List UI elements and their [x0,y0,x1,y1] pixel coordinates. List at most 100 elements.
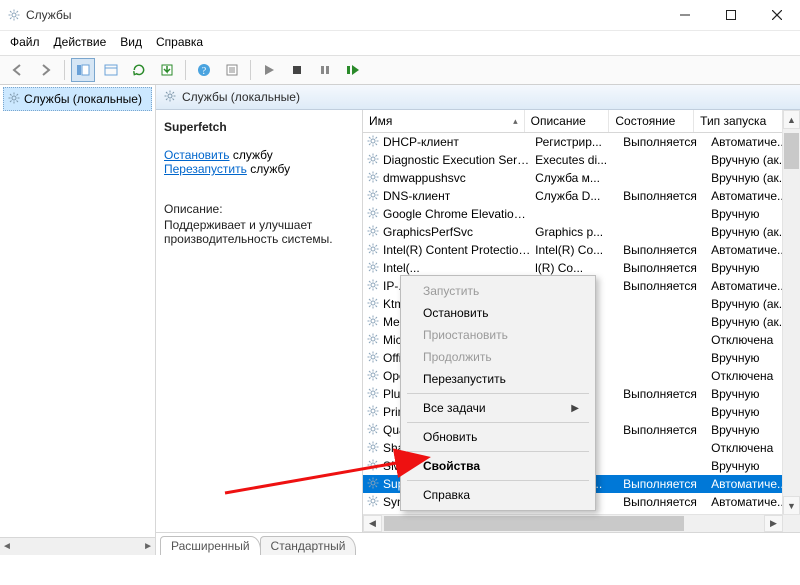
table-row[interactable]: dmwappushsvcСлужба м...Вручную (ак... [363,169,800,187]
play-button[interactable] [257,58,281,82]
titlebar: Службы [0,0,800,31]
cell-state: Выполняется [619,477,707,491]
pause-button[interactable] [313,58,337,82]
gear-icon [367,387,379,402]
app-icon [8,9,20,21]
view-detail-button[interactable] [71,58,95,82]
tree-node-services-local[interactable]: Службы (локальные) [3,87,152,111]
col-header-start[interactable]: Тип запуска [694,110,783,132]
table-row[interactable]: DHCP-клиентРегистрир...ВыполняетсяАвтома… [363,133,800,151]
minimize-button[interactable] [662,0,708,30]
gear-icon [367,207,379,222]
stop-button[interactable] [285,58,309,82]
ctx-all-tasks[interactable]: Все задачи▶ [403,397,593,419]
cell-desc: l(R) Co... [531,261,619,275]
tree-node-label: Службы (локальные) [24,92,142,106]
properties-button[interactable] [220,58,244,82]
view-list-button[interactable] [99,58,123,82]
restart-button[interactable] [341,58,365,82]
horizontal-scrollbar[interactable]: ◀ ▶ [363,514,800,532]
table-row[interactable]: DNS-клиентСлужба D...ВыполняетсяАвтомати… [363,187,800,205]
ctx-properties[interactable]: Свойства [403,455,593,477]
menu-action[interactable]: Действие [54,35,107,49]
cell-name: Intel(... [383,261,420,275]
cell-state: Выполняется [619,495,707,509]
ctx-refresh[interactable]: Обновить [403,426,593,448]
nav-forward-button[interactable] [34,58,58,82]
detail-desc-label: Описание: [164,202,354,216]
tab-extended[interactable]: Расширенный [160,536,261,555]
cell-state: Выполняется [619,243,707,257]
chevron-right-icon: ► [143,541,153,552]
gear-icon [367,351,379,366]
table-row[interactable]: GraphicsPerfSvcGraphics p...Вручную (ак.… [363,223,800,241]
chevron-right-icon: ▶ [571,403,579,414]
col-header-name[interactable]: Имя▴ [363,110,525,132]
refresh-button[interactable] [127,58,151,82]
cell-name: GraphicsPerfSvc [383,225,473,239]
ctx-stop[interactable]: Остановить [403,302,593,324]
menu-help[interactable]: Справка [156,35,203,49]
gear-icon [367,495,379,510]
window-title: Службы [26,8,71,22]
ctx-restart[interactable]: Перезапустить [403,368,593,390]
gear-icon [367,153,379,168]
cell-desc: Служба D... [531,189,619,203]
close-button[interactable] [754,0,800,30]
sort-asc-icon: ▴ [513,116,518,127]
detail-desc-text: Поддерживает и улучшает производительнос… [164,218,354,246]
tree-horizontal-scrollbar[interactable]: ◄ ► [0,537,155,555]
cell-desc: Intel(R) Co... [531,243,619,257]
gear-icon [367,225,379,240]
ctx-pause: Приостановить [403,324,593,346]
menu-view[interactable]: Вид [120,35,142,49]
vertical-scrollbar[interactable]: ▲ ▼ [782,110,800,515]
table-row[interactable]: Diagnostic Execution ServiceExecutes di.… [363,151,800,169]
gear-icon [367,423,379,438]
detail-service-name: Superfetch [164,120,354,134]
gear-icon [367,441,379,456]
cell-desc: Graphics p... [531,225,619,239]
restart-service-link[interactable]: Перезапустить службу [164,162,354,176]
view-tabs: Расширенный Стандартный [156,532,800,555]
chevron-left-icon: ◀ [363,515,382,532]
svg-text:?: ? [202,66,207,77]
stop-service-link[interactable]: Остановить службу [164,148,354,162]
pane-header: Службы (локальные) [156,85,800,110]
cell-name: Google Chrome Elevation S... [383,207,531,221]
toolbar: ? [0,55,800,85]
gear-icon [367,189,379,204]
context-menu: Запустить Остановить Приостановить Продо… [400,275,596,511]
gear-icon [367,369,379,384]
gear-icon [367,333,379,348]
cell-state: Выполняется [619,189,707,203]
cell-state: Выполняется [619,279,707,293]
cell-state: Выполняется [619,423,707,437]
pane-title: Службы (локальные) [182,90,300,104]
nav-back-button[interactable] [6,58,30,82]
tab-standard[interactable]: Стандартный [260,536,357,555]
menubar: Файл Действие Вид Справка [0,31,800,55]
col-header-state[interactable]: Состояние [609,110,694,132]
ctx-resume: Продолжить [403,346,593,368]
cell-name: dmwappushsvc [383,171,466,185]
export-button[interactable] [155,58,179,82]
menu-file[interactable]: Файл [10,35,40,49]
cell-state: Выполняется [619,387,707,401]
cell-desc: Executes di... [531,153,619,167]
chevron-left-icon: ◄ [2,541,12,552]
table-row[interactable]: Intel(R) Content Protection ...Intel(R) … [363,241,800,259]
gear-icon [367,477,379,492]
maximize-button[interactable] [708,0,754,30]
table-row[interactable]: Google Chrome Elevation S...Вручную [363,205,800,223]
gear-icon [367,171,379,186]
gear-icon [367,315,379,330]
col-header-desc[interactable]: Описание [525,110,610,132]
help-button[interactable]: ? [192,58,216,82]
ctx-help[interactable]: Справка [403,484,593,506]
chevron-down-icon: ▼ [783,496,800,515]
gear-icon [164,90,176,105]
cell-name: DNS-клиент [383,189,450,203]
gear-icon [8,92,20,107]
cell-name: Diagnostic Execution Service [383,153,531,167]
